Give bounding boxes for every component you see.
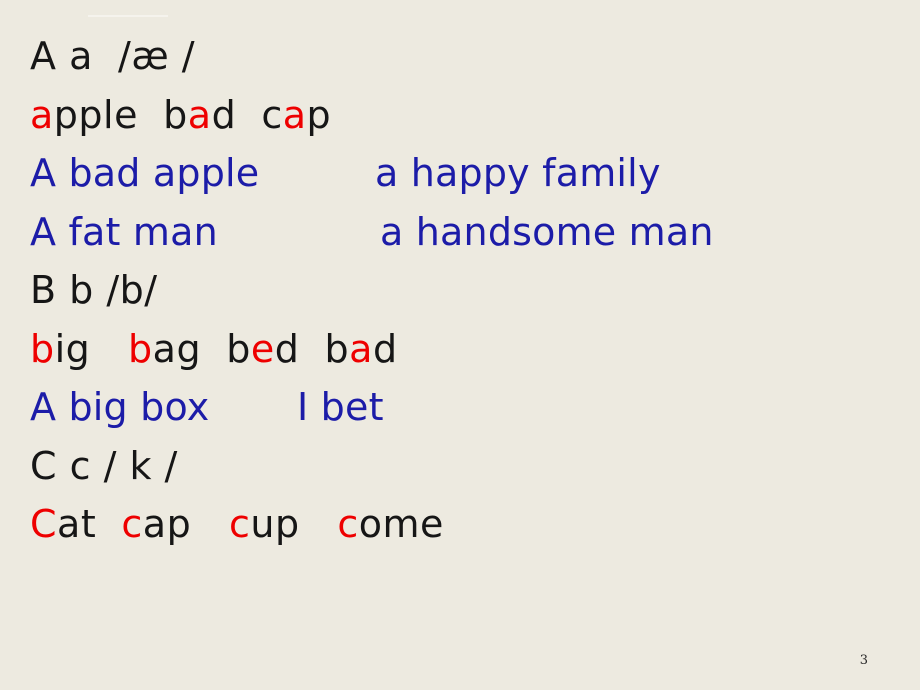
phrase-left: A bad apple [30,151,260,195]
highlighted-letter: a [282,92,307,137]
highlighted-letter: b [30,326,55,371]
phrase-right: I bet [297,385,384,429]
top-rule-artifact [88,15,168,17]
text-run: ap [142,502,229,546]
phonics-line: A bad apple a happy family [0,147,920,206]
highlighted-letter: C [30,502,58,546]
text-run: d [372,326,398,371]
page-number: 3 [859,653,868,668]
text-run: ig [54,326,129,371]
phonics-line: B b /b/ [0,264,920,323]
phonics-line: C c / k / [0,440,920,499]
highlighted-letter: b [128,326,153,371]
phrase-right: a handsome man [380,209,714,254]
slide-canvas: A a /æ / apple bad cap A bad apple a happy … [0,0,920,690]
letter-heading: A a /æ / [30,30,195,82]
phrase-left: A big box [30,385,210,429]
text-run: d c [211,92,283,137]
text-run: d b [274,326,350,371]
text-run: ome [358,502,444,546]
text-run: p [306,92,332,137]
highlighted-letter: c [121,502,143,546]
word-list: big bag bed bad [30,323,398,375]
highlighted-letter: e [250,326,275,371]
phonics-line: A big box I bet [0,381,920,440]
letter-heading: C c / k / [30,440,178,492]
text-run: B b /b/ [30,268,158,312]
phonics-line-list: A a /æ / apple bad cap A bad apple a happy … [0,30,920,557]
highlighted-letter: a [349,326,373,371]
phonics-line: A fat man a handsome man [0,206,920,265]
highlighted-letter: c [228,502,251,546]
text-run: C c / k / [30,443,178,488]
highlighted-letter: a [187,92,212,137]
word-list: Cat cap cup come [30,498,444,550]
text-run: at [57,502,122,546]
highlighted-letter: a [30,92,54,137]
phrase-right: a happy family [375,151,661,195]
text-run: pple b [53,92,188,137]
phonics-line: A a /æ / [0,30,920,89]
phrase-left: A fat man [30,209,218,254]
highlighted-letter: c [337,502,359,546]
phonics-line: big bag bed bad [0,323,920,382]
letter-heading: B b /b/ [30,264,158,316]
text-run: up [250,502,338,546]
text-run: A a /æ / [30,34,196,78]
word-list: apple bad cap [30,89,331,141]
phonics-line: Cat cap cup come [0,498,920,557]
phonics-line: apple bad cap [0,89,920,148]
text-run: ag b [152,326,251,371]
